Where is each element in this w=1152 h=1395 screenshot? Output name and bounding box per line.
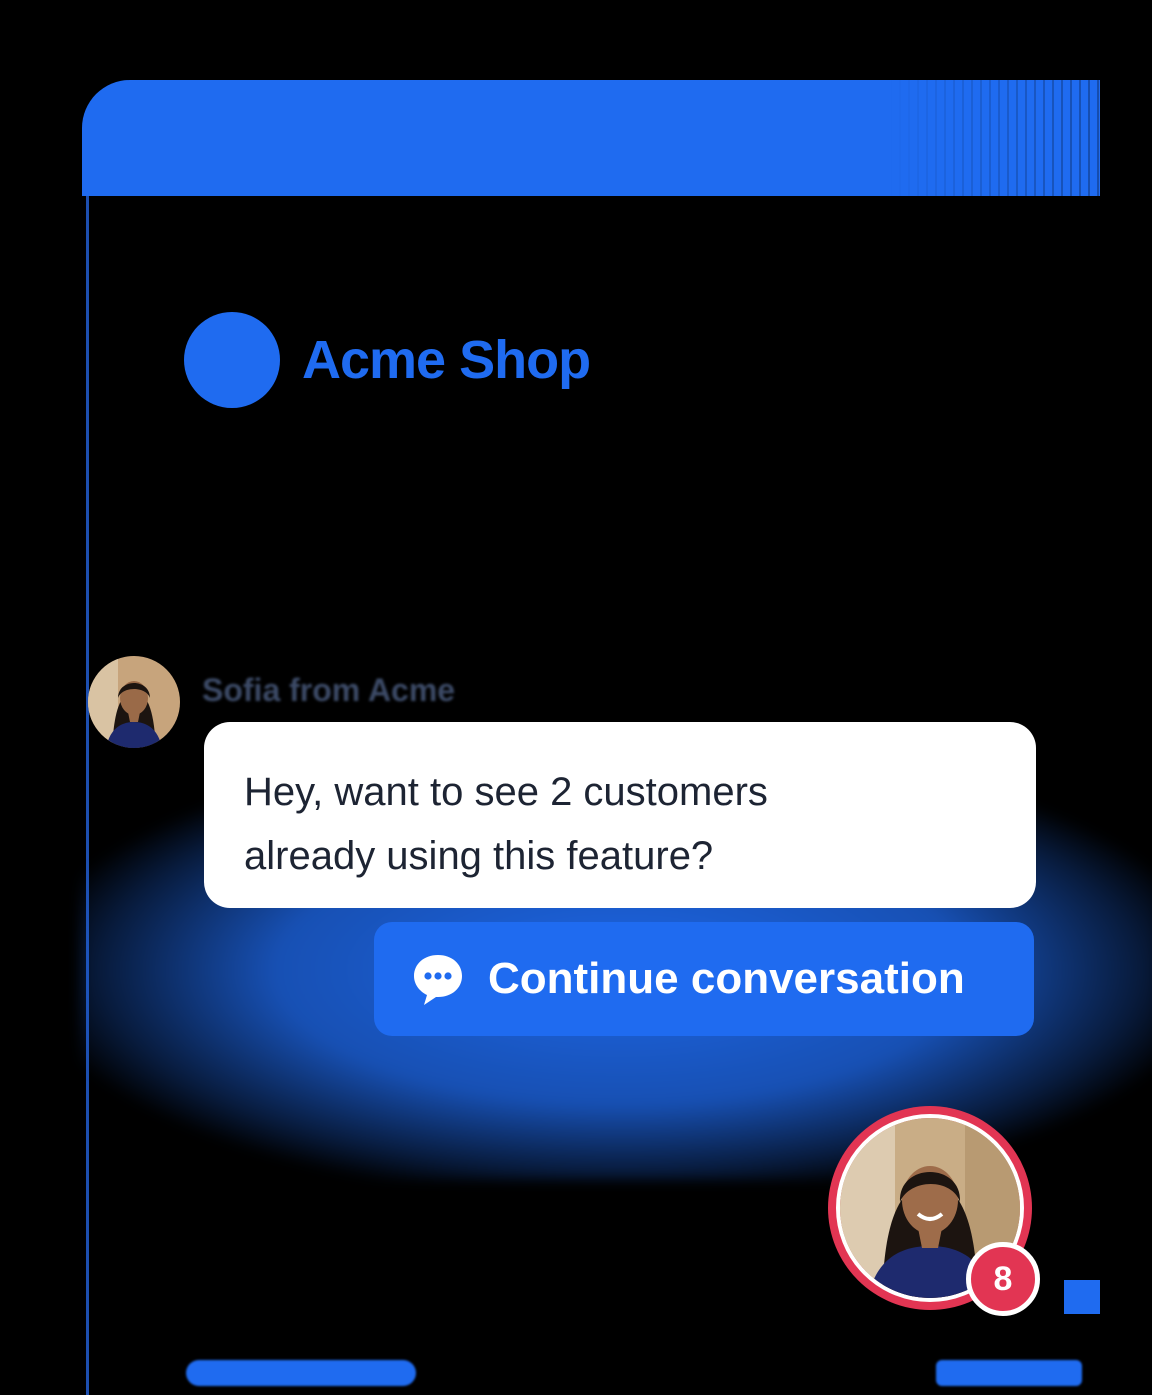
window-frame	[86, 196, 89, 1395]
window-edge-fragment	[1064, 1280, 1100, 1314]
sender-name: Sofia from Acme	[202, 672, 456, 708]
message-bubble: Hey, want to see 2 customers already usi…	[204, 722, 1036, 908]
bottom-bar-right	[936, 1360, 1082, 1386]
continue-conversation-button[interactable]: Continue conversation	[374, 922, 1034, 1036]
message-line: Hey, want to see 2 customers	[244, 770, 768, 814]
continue-conversation-label: Continue conversation	[488, 954, 965, 1003]
unread-count-badge: 8	[966, 1242, 1040, 1316]
window-header	[82, 80, 1100, 196]
brand: Acme Shop	[184, 312, 591, 408]
brand-logo	[184, 312, 280, 408]
sender-avatar	[88, 656, 180, 748]
brand-name: Acme Shop	[302, 330, 591, 390]
bottom-bar-left	[186, 1360, 416, 1386]
header-stripes	[890, 80, 1100, 196]
chat-bubble-icon	[414, 955, 462, 1005]
message-line: already using this feature?	[244, 834, 714, 878]
